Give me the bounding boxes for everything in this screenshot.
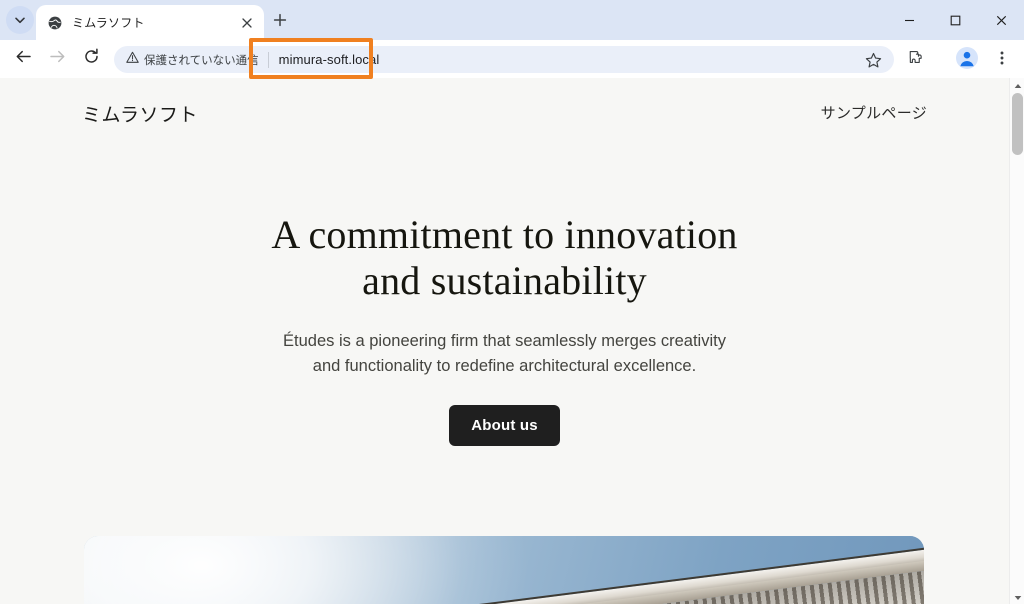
maximize-button[interactable] xyxy=(932,0,978,40)
tab-title: ミムラソフト xyxy=(72,16,145,30)
page-viewport: ミムラソフト サンプルページ A commitment to innovatio… xyxy=(0,78,1024,604)
omnibox-divider xyxy=(267,51,269,68)
new-tab-button[interactable] xyxy=(266,8,294,36)
forward-button[interactable] xyxy=(42,44,72,74)
triangle-up-icon xyxy=(1014,76,1022,94)
scroll-down-button[interactable] xyxy=(1010,590,1024,604)
plus-icon xyxy=(273,13,287,32)
globe-icon xyxy=(47,15,63,31)
browser-menu-button[interactable] xyxy=(988,46,1016,74)
url-text[interactable]: mimura-soft.local xyxy=(279,52,380,67)
avatar-icon xyxy=(956,46,978,74)
hero-section: A commitment to innovation and sustainab… xyxy=(0,150,1009,446)
three-dots-vertical-icon xyxy=(994,50,1010,71)
site-logo[interactable]: ミムラソフト xyxy=(82,100,198,127)
web-page: ミムラソフト サンプルページ A commitment to innovatio… xyxy=(0,78,1009,604)
reload-button[interactable] xyxy=(76,44,106,74)
hero-subtitle-line-2: and functionality to redefine architectu… xyxy=(312,357,697,376)
puzzle-piece-icon xyxy=(908,49,926,72)
profile-button[interactable] xyxy=(953,46,981,74)
hero-heading: A commitment to innovation and sustainab… xyxy=(0,150,1009,305)
window-controls xyxy=(886,0,1024,40)
extensions-button[interactable] xyxy=(903,46,931,74)
triangle-down-icon xyxy=(1014,588,1022,604)
reload-icon xyxy=(83,48,100,70)
warning-triangle-icon xyxy=(126,51,139,69)
browser-window: ミムラソフト 保護されていない通信 mimura-soft.local ミムラソ… xyxy=(0,0,1024,604)
browser-tab[interactable]: ミムラソフト xyxy=(36,5,264,40)
nav-link-sample-page[interactable]: サンプルページ xyxy=(821,102,927,123)
hero-heading-line-1: A commitment to innovation xyxy=(271,212,738,257)
security-indicator[interactable]: 保護されていない通信 xyxy=(126,51,259,69)
back-button[interactable] xyxy=(8,44,38,74)
scroll-up-button[interactable] xyxy=(1010,78,1024,92)
minimize-button[interactable] xyxy=(886,0,932,40)
hero-subtitle-line-1: Études is a pioneering firm that seamles… xyxy=(283,331,726,350)
tab-close-button[interactable] xyxy=(237,13,257,33)
bookmark-star-button[interactable] xyxy=(862,49,884,71)
close-button[interactable] xyxy=(978,0,1024,40)
security-label: 保護されていない通信 xyxy=(144,54,259,67)
hero-image xyxy=(84,536,924,604)
about-us-button[interactable]: About us xyxy=(449,404,560,446)
arrow-left-icon xyxy=(15,48,32,70)
arrow-right-icon xyxy=(49,48,66,70)
chevron-down-icon xyxy=(14,14,26,26)
browser-toolbar: 保護されていない通信 mimura-soft.local xyxy=(0,40,1024,106)
hero-heading-line-2: and sustainability xyxy=(362,258,647,304)
hero-subtitle: Études is a pioneering firm that seamles… xyxy=(0,305,1009,380)
page-scrollbar[interactable] xyxy=(1009,78,1024,604)
address-bar[interactable]: 保護されていない通信 mimura-soft.local xyxy=(114,46,894,73)
tab-search-button[interactable] xyxy=(6,6,34,34)
site-header: ミムラソフト サンプルページ xyxy=(0,78,1009,150)
scrollbar-thumb[interactable] xyxy=(1012,93,1023,155)
tab-strip: ミムラソフト xyxy=(0,0,1024,40)
